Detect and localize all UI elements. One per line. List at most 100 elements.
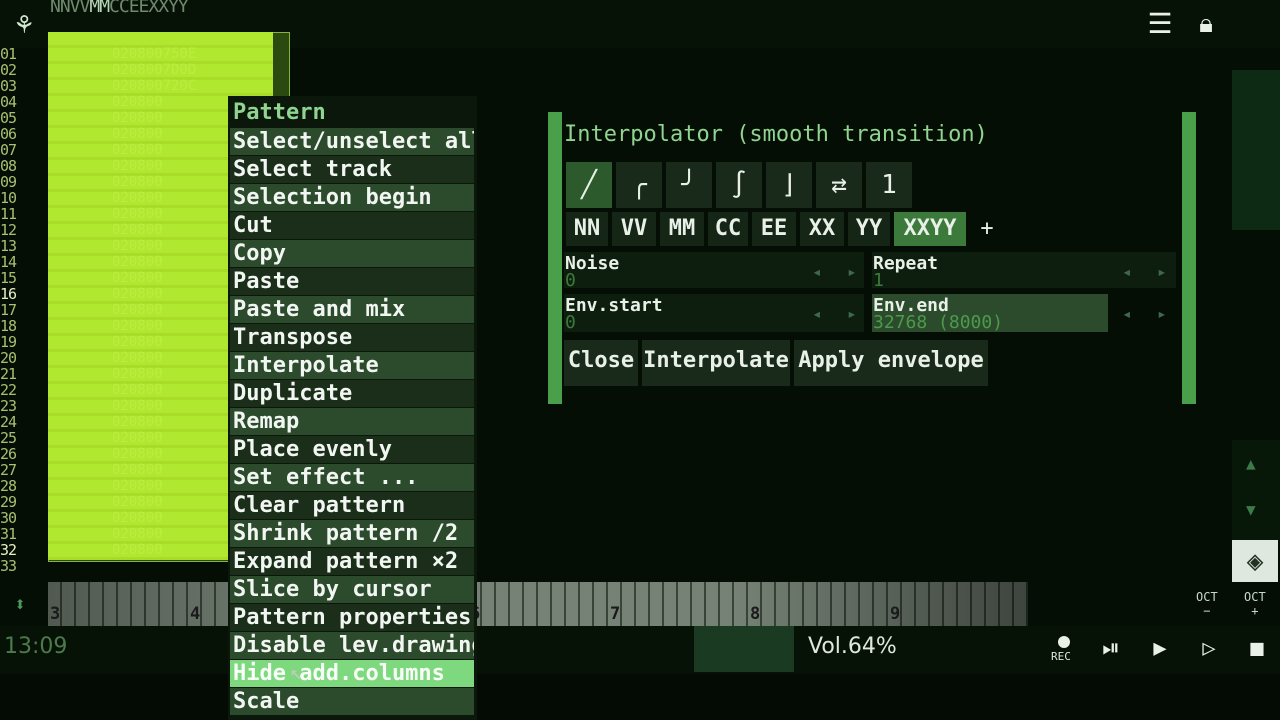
interpolator-title: Interpolator (smooth transition) bbox=[564, 122, 988, 147]
env-end-value: 32768 (8000) bbox=[873, 312, 1004, 333]
context-menu-item[interactable]: Selection begin bbox=[230, 184, 474, 211]
row-number: 28 bbox=[0, 477, 17, 495]
linear-curve-icon[interactable]: ╱ bbox=[566, 162, 612, 208]
noise-decrease-icon[interactable]: ◂ bbox=[812, 262, 822, 281]
record-icon[interactable] bbox=[1058, 636, 1070, 648]
one-icon[interactable]: 1 bbox=[866, 162, 912, 208]
context-menu-item[interactable]: Pattern properties bbox=[230, 604, 474, 631]
record-label[interactable]: REC bbox=[1051, 650, 1071, 663]
context-menu-item[interactable]: Paste and mix bbox=[230, 296, 474, 323]
hamburger-icon[interactable]: ☰ bbox=[1142, 6, 1178, 42]
context-menu-item[interactable]: Select/unselect all bbox=[230, 128, 474, 155]
context-menu-item[interactable]: Expand pattern ×2 bbox=[230, 548, 474, 575]
interpolate-button[interactable]: Interpolate bbox=[642, 340, 790, 386]
row-number: 33 bbox=[0, 557, 17, 575]
play-button[interactable]: ▶ bbox=[1143, 636, 1177, 661]
pattern-cell[interactable]: 0208007D0D bbox=[112, 62, 282, 78]
field-cc-button[interactable]: CC bbox=[708, 212, 748, 246]
scroll-up-icon[interactable]: ▲ bbox=[1246, 454, 1256, 473]
stop-button[interactable]: ■ bbox=[1240, 636, 1274, 661]
context-menu-item[interactable]: Select track bbox=[230, 156, 474, 183]
volume-slider[interactable] bbox=[694, 626, 794, 672]
field-ee-button[interactable]: EE bbox=[752, 212, 796, 246]
repeat-value: 1 bbox=[873, 270, 884, 291]
step-curve-icon[interactable]: ⌋ bbox=[766, 162, 812, 208]
scroll-down-icon[interactable]: ▼ bbox=[1246, 500, 1256, 519]
apply-envelope-button[interactable]: Apply envelope bbox=[794, 340, 988, 386]
env-end-decrease-icon[interactable]: ◂ bbox=[1122, 304, 1132, 323]
pattern-cell[interactable]: 020800720C bbox=[112, 78, 282, 94]
octave-up-sign: + bbox=[1251, 604, 1259, 618]
pattern-cell[interactable]: 020800750E bbox=[112, 46, 282, 62]
row-number: 15 bbox=[0, 269, 17, 287]
row-number: 12 bbox=[0, 221, 17, 239]
octave-down-sign: − bbox=[1203, 604, 1211, 618]
right-scroll-strip-lower[interactable] bbox=[1232, 440, 1280, 540]
row-number: 01 bbox=[0, 45, 17, 63]
field-mm-button[interactable]: MM bbox=[660, 212, 704, 246]
repeat-increase-icon[interactable]: ▸ bbox=[1157, 262, 1167, 281]
context-menu-item[interactable]: Place evenly bbox=[230, 436, 474, 463]
octave-up-label: OCT bbox=[1244, 590, 1266, 604]
octave-label: 7 bbox=[610, 604, 621, 624]
swap-icon[interactable]: ⇄ bbox=[816, 162, 862, 208]
close-button[interactable]: Close bbox=[564, 340, 638, 386]
row-number: 10 bbox=[0, 189, 17, 207]
field-vv-button[interactable]: VV bbox=[612, 212, 656, 246]
octave-label: 9 bbox=[890, 604, 901, 624]
context-menu-item[interactable]: Shrink pattern /2 bbox=[230, 520, 474, 547]
row-number: 03 bbox=[0, 77, 17, 95]
context-menu-item[interactable]: Transpose bbox=[230, 324, 474, 351]
row-number: 07 bbox=[0, 141, 17, 159]
row-number: 27 bbox=[0, 461, 17, 479]
env-end-increase-icon[interactable]: ▸ bbox=[1157, 304, 1167, 323]
context-menu-item[interactable]: Duplicate bbox=[230, 380, 474, 407]
row-number: 06 bbox=[0, 125, 17, 143]
octave-down-button[interactable]: OCT − bbox=[1196, 590, 1218, 618]
right-scroll-strip[interactable] bbox=[1232, 70, 1280, 230]
row-number: 09 bbox=[0, 173, 17, 191]
column-headers-mm: MM bbox=[89, 0, 110, 17]
context-menu-item[interactable]: Disable lev.drawing bbox=[230, 632, 474, 659]
field-xx-button[interactable]: XX bbox=[800, 212, 844, 246]
ease-in-curve-icon[interactable]: ╭ bbox=[616, 162, 662, 208]
context-menu-item[interactable]: Remap bbox=[230, 408, 474, 435]
context-menu-item[interactable]: Interpolate bbox=[230, 352, 474, 379]
context-menu-item[interactable]: Copy bbox=[230, 240, 474, 267]
row-number: 04 bbox=[0, 93, 17, 111]
row-number: 08 bbox=[0, 157, 17, 175]
context-menu-item[interactable]: Cut bbox=[230, 212, 474, 239]
field-add-button[interactable]: + bbox=[966, 212, 1008, 246]
row-number: 02 bbox=[0, 61, 17, 79]
transport-bar bbox=[0, 626, 1280, 674]
row-numbers: 01 02 03 04 05 06 07 08 09 10 11 12 13 14 15 16 17 18 19 20… bbox=[0, 46, 34, 574]
row-number: 30 bbox=[0, 509, 17, 527]
row-number: 32 bbox=[0, 541, 17, 559]
play-pattern-button[interactable]: ⏯ bbox=[1094, 636, 1128, 661]
lock-icon[interactable]: 🔒︎ bbox=[1188, 6, 1224, 42]
row-number: 17 bbox=[0, 301, 17, 319]
context-menu-item[interactable]: Clear pattern bbox=[230, 492, 474, 519]
ease-out-curve-icon[interactable]: ╯ bbox=[666, 162, 712, 208]
env-start-decrease-icon[interactable]: ◂ bbox=[812, 304, 822, 323]
volume-label[interactable]: Vol.64% bbox=[808, 634, 897, 659]
sunvox-logo-icon[interactable]: ⚘ bbox=[6, 6, 42, 42]
context-menu-item[interactable]: Slice by cursor bbox=[230, 576, 474, 603]
octave-up-button[interactable]: OCT + bbox=[1244, 590, 1266, 618]
context-menu-item[interactable]: Paste bbox=[230, 268, 474, 295]
env-start-increase-icon[interactable]: ▸ bbox=[847, 304, 857, 323]
context-menu-item[interactable]: Scale bbox=[230, 688, 474, 715]
s-curve-icon[interactable]: ∫ bbox=[716, 162, 762, 208]
piano-scroll-icon[interactable]: ⬍ bbox=[14, 592, 26, 616]
repeat-decrease-icon[interactable]: ◂ bbox=[1122, 262, 1132, 281]
selection-icon[interactable]: ◈ bbox=[1232, 540, 1278, 582]
noise-increase-icon[interactable]: ▸ bbox=[847, 262, 857, 281]
field-yy-button[interactable]: YY bbox=[848, 212, 890, 246]
context-menu-item[interactable]: Hide add.columns bbox=[230, 660, 474, 687]
row-number: 19 bbox=[0, 333, 17, 351]
time-display: 13:09 bbox=[4, 634, 68, 659]
play-from-cursor-button[interactable]: ▷ bbox=[1192, 636, 1226, 661]
field-xxyy-button[interactable]: XXYY bbox=[894, 212, 966, 246]
context-menu-item[interactable]: Set effect ... bbox=[230, 464, 474, 491]
field-nn-button[interactable]: NN bbox=[566, 212, 608, 246]
